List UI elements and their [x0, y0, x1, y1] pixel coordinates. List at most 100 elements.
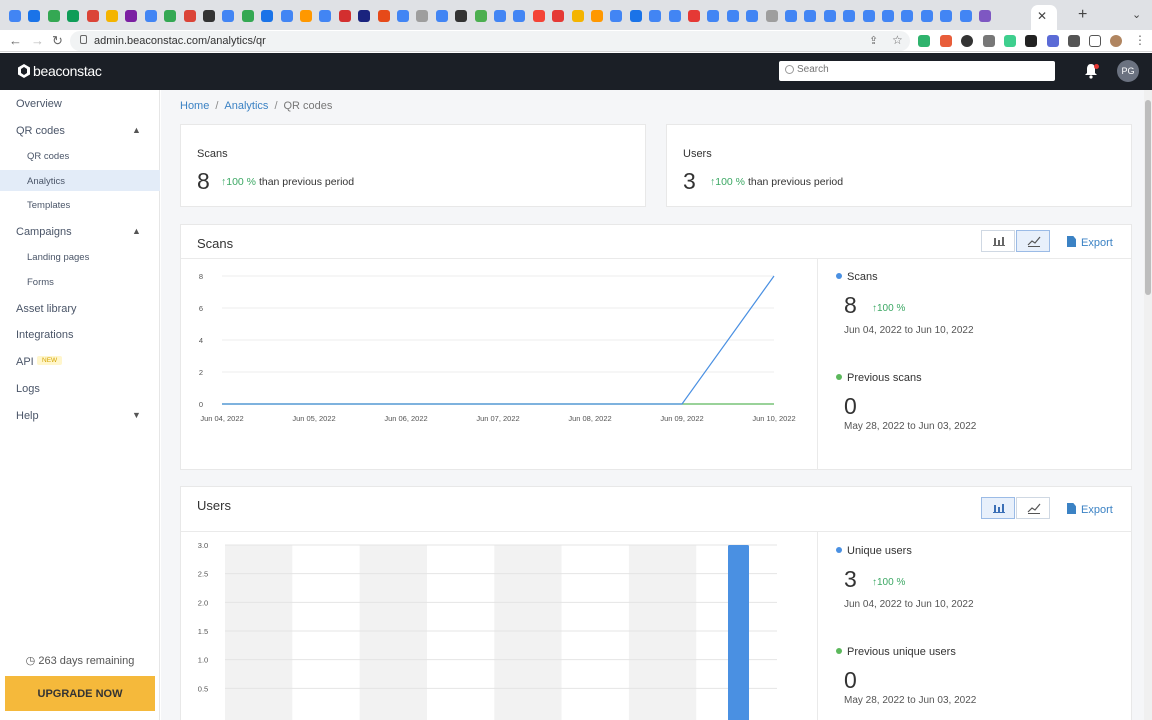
tab-favicon[interactable] [397, 10, 409, 22]
scrollbar-thumb[interactable] [1145, 100, 1151, 295]
line-chart-toggle-button[interactable] [1016, 230, 1050, 252]
tab-favicon[interactable] [183, 10, 196, 22]
reload-icon[interactable]: ↻ [52, 33, 63, 49]
tab-favicon[interactable] [338, 10, 351, 22]
sidebar-subitem-templates[interactable]: Templates [27, 200, 70, 211]
tab-favicon[interactable] [649, 10, 662, 22]
tab-favicon[interactable] [164, 10, 177, 22]
tab-favicon[interactable] [552, 10, 565, 22]
tab-favicon[interactable] [86, 10, 99, 22]
sidebar-subitem-forms[interactable]: Forms [27, 277, 54, 288]
sidebar-item-overview[interactable]: Overview [16, 98, 62, 110]
extension-icon[interactable] [983, 35, 995, 47]
tab-favicon[interactable] [823, 10, 836, 22]
extension-icon[interactable] [918, 35, 930, 47]
share-icon[interactable]: ⇪ [869, 34, 878, 47]
logo-text[interactable]: beaconstac [33, 63, 102, 79]
tab-favicon[interactable] [494, 10, 506, 22]
new-tab-icon[interactable]: + [1078, 6, 1087, 24]
sidebar-item-help[interactable]: Help [16, 410, 39, 422]
tab-favicon[interactable] [591, 10, 603, 22]
tab-favicon[interactable] [862, 10, 875, 22]
extension-icon[interactable] [1025, 35, 1037, 47]
tab-favicon[interactable] [435, 10, 448, 22]
tab-favicon[interactable] [455, 10, 468, 22]
upgrade-button[interactable]: UPGRADE NOW [5, 676, 155, 711]
tab-favicon[interactable] [726, 10, 739, 22]
line-chart-toggle-button[interactable] [1016, 497, 1050, 519]
tab-favicon[interactable] [959, 10, 972, 22]
sidebar-item-qr-codes[interactable]: QR codes [16, 125, 65, 137]
tab-favicon[interactable] [532, 10, 545, 22]
sidebar-subitem-landing-pages[interactable]: Landing pages [27, 252, 89, 263]
tab-favicon[interactable] [785, 10, 797, 22]
back-icon[interactable]: ← [9, 33, 22, 48]
sidebar-item-asset-library[interactable]: Asset library [16, 303, 77, 315]
tab-favicon[interactable] [707, 10, 720, 22]
tab-favicon[interactable] [377, 10, 390, 22]
tab-favicon[interactable] [67, 10, 80, 22]
tab-favicon[interactable] [668, 10, 681, 22]
tab-favicon[interactable] [319, 10, 332, 22]
tab-favicon[interactable] [610, 10, 623, 22]
tab-favicon[interactable] [358, 10, 371, 22]
tab-favicon[interactable] [920, 10, 933, 22]
tab-favicon[interactable] [474, 10, 487, 22]
tab-favicon[interactable] [416, 10, 429, 22]
tab-favicon[interactable] [106, 10, 118, 22]
tab-favicon[interactable] [882, 10, 894, 22]
tab-favicon[interactable] [9, 10, 21, 22]
menu-dots-icon[interactable]: ⋮ [1134, 33, 1146, 47]
tab-favicon[interactable] [280, 10, 293, 22]
sidebar-item-logs[interactable]: Logs [16, 383, 40, 395]
bookmark-star-icon[interactable]: ☆ [892, 33, 903, 47]
tab-favicon[interactable] [28, 10, 41, 22]
sidebar-subitem-analytics[interactable]: Analytics [27, 176, 65, 187]
chevron-down-icon[interactable]: ▼ [132, 410, 141, 420]
chevron-up-icon[interactable]: ▲ [132, 226, 141, 236]
tab-favicon[interactable] [843, 10, 856, 22]
profile-icon[interactable] [1110, 35, 1122, 47]
breadcrumb-home[interactable]: Home [180, 100, 209, 112]
tab-favicon[interactable] [222, 10, 235, 22]
extension-icon[interactable] [1004, 35, 1016, 47]
avatar[interactable]: PG [1117, 60, 1139, 82]
users-export-button[interactable]: Export [1067, 503, 1113, 516]
extension-icon[interactable] [961, 35, 973, 47]
bar-chart-toggle-button[interactable] [981, 230, 1015, 252]
close-tab-icon[interactable]: ✕ [1037, 9, 1047, 23]
sidebar-subitem-qr-codes[interactable]: QR codes [27, 151, 69, 162]
tab-favicon[interactable] [571, 10, 584, 22]
tab-favicon[interactable] [804, 10, 817, 22]
breadcrumb-analytics[interactable]: Analytics [224, 100, 268, 112]
tab-search-icon[interactable]: ⌄ [1132, 8, 1141, 21]
extension-icon[interactable] [1047, 35, 1059, 47]
tab-favicon[interactable] [901, 10, 914, 22]
extension-icon[interactable] [940, 35, 952, 47]
scrollbar[interactable] [1144, 90, 1152, 720]
tab-favicon[interactable] [203, 10, 215, 22]
tab-favicon[interactable] [688, 10, 700, 22]
forward-icon[interactable]: → [31, 33, 44, 48]
tab-favicon[interactable] [513, 10, 526, 22]
scans-export-button[interactable]: Export [1067, 236, 1113, 249]
tab-favicon[interactable] [629, 10, 642, 22]
chevron-up-icon[interactable]: ▲ [132, 125, 141, 135]
search-box[interactable] [779, 61, 1055, 81]
tab-favicon[interactable] [979, 10, 991, 22]
tab-favicon[interactable] [940, 10, 953, 22]
tab-favicon[interactable] [125, 10, 138, 22]
sidebar-item-campaigns[interactable]: Campaigns [16, 226, 72, 238]
sidebar-item-integrations[interactable]: Integrations [16, 329, 73, 341]
tab-favicon[interactable] [261, 10, 274, 22]
tab-favicon[interactable] [144, 10, 157, 22]
tab-favicon[interactable] [300, 10, 312, 22]
tab-favicon[interactable] [241, 10, 254, 22]
puzzle-icon[interactable] [1068, 35, 1080, 47]
tab-favicon[interactable] [746, 10, 759, 22]
tab-favicon[interactable] [47, 10, 60, 22]
tab-favicon[interactable] [765, 10, 778, 22]
address-bar[interactable]: admin.beaconstac.com/analytics/qr [70, 31, 910, 51]
sidepanel-icon[interactable] [1089, 35, 1101, 47]
bar-chart-toggle-button[interactable] [981, 497, 1015, 519]
